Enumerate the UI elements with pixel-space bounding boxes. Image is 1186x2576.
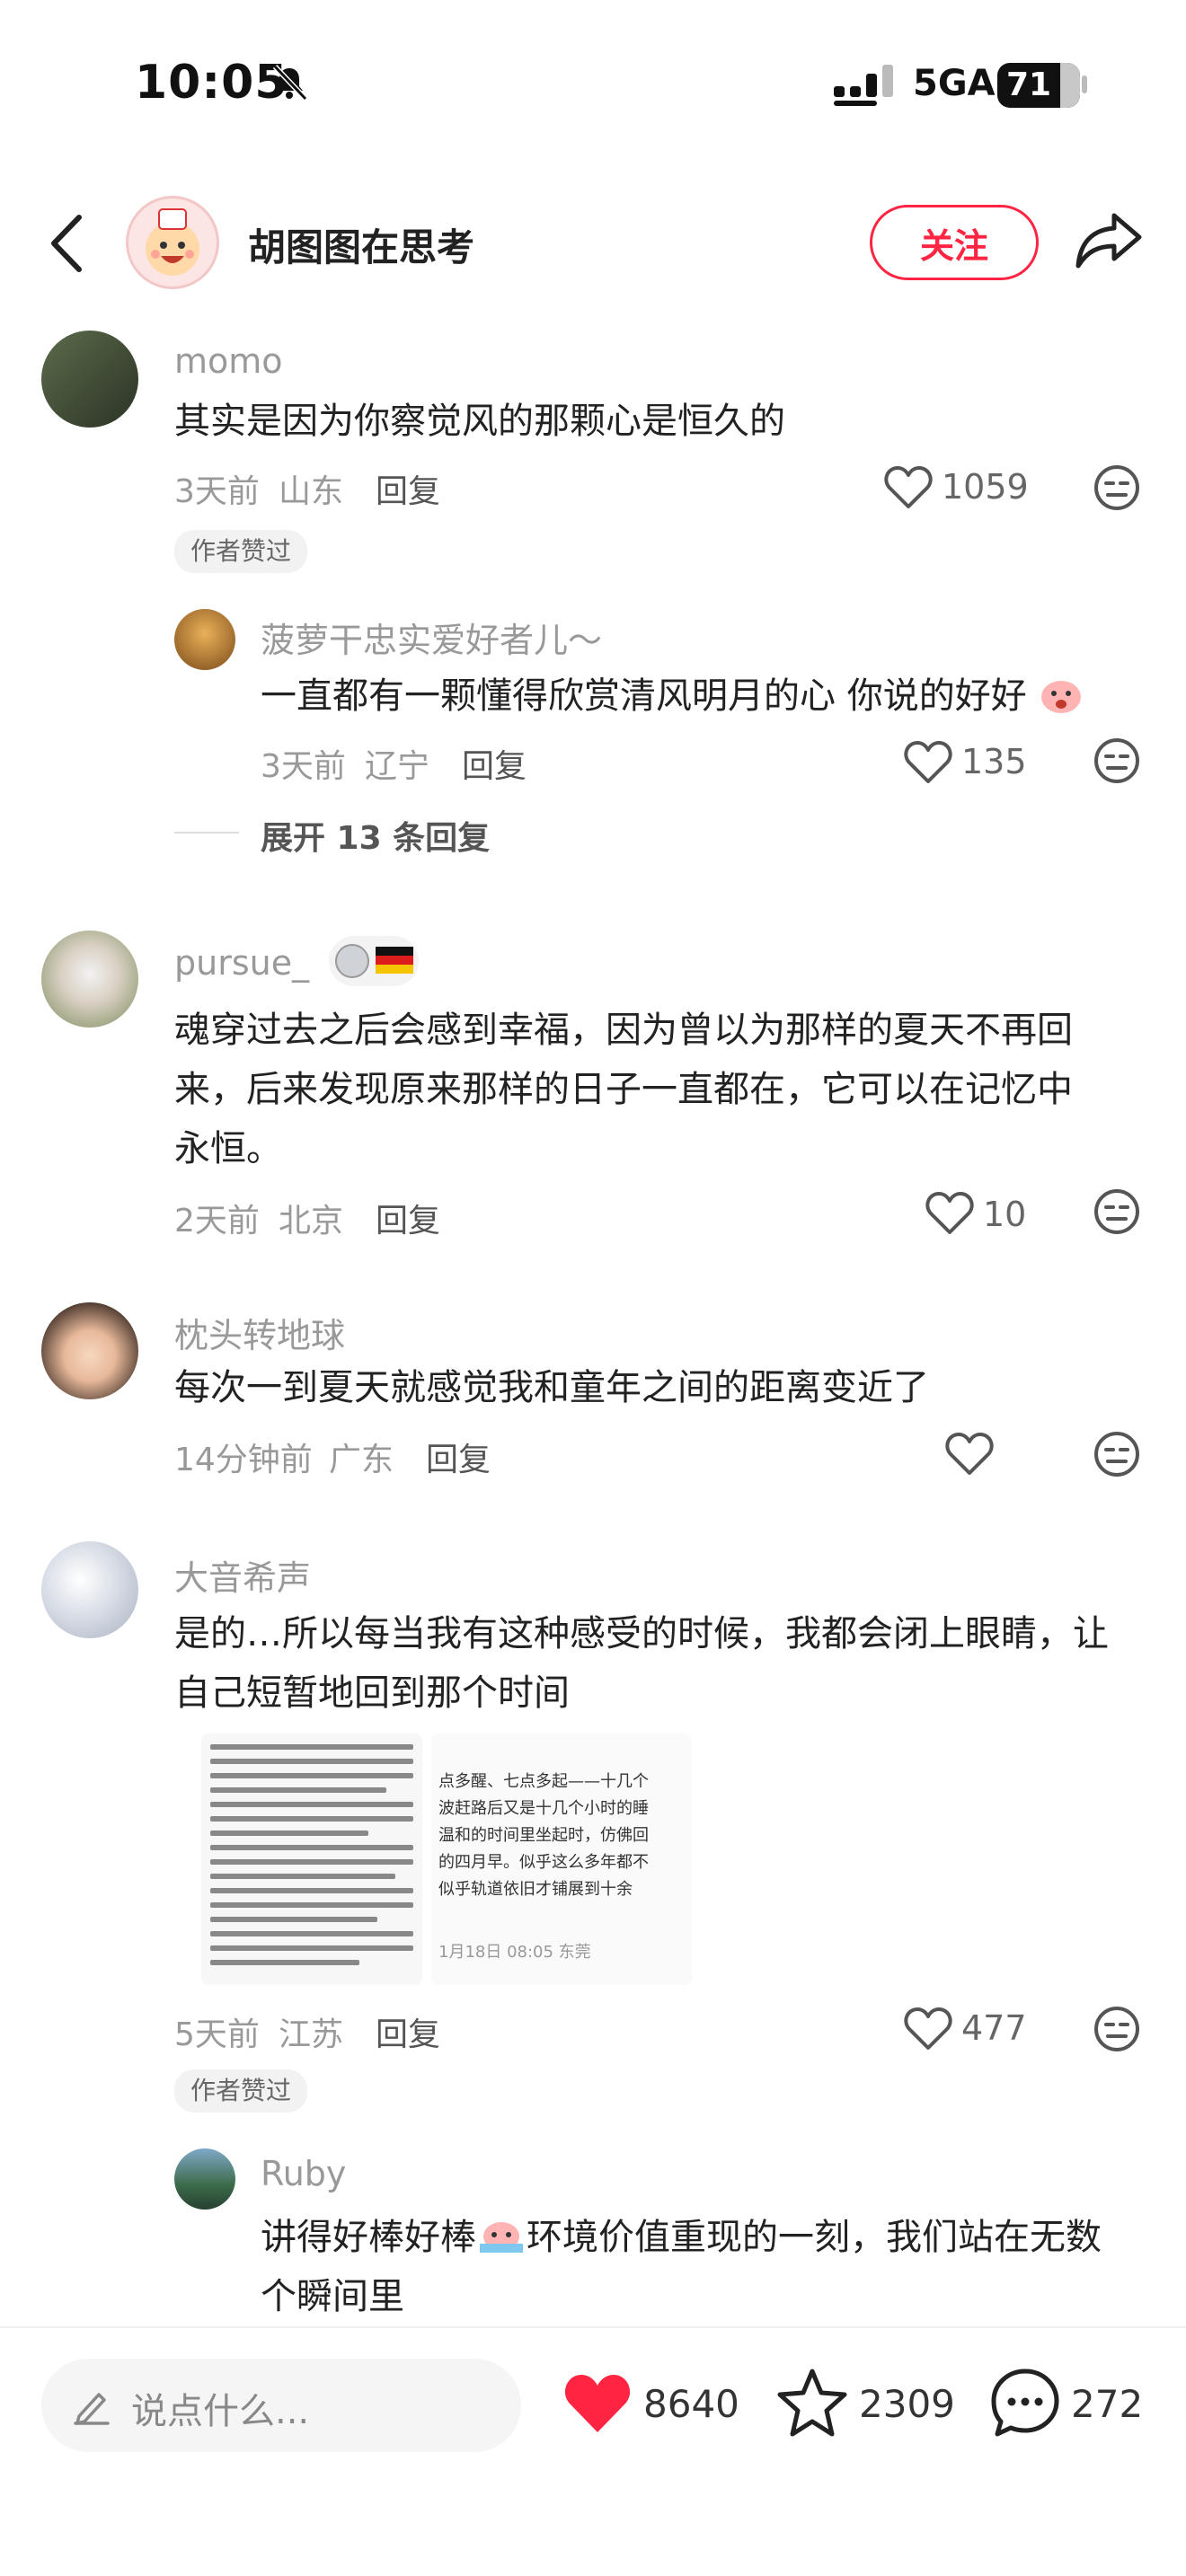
expand-replies-button[interactable]: 展开 13 条回复	[261, 812, 490, 859]
mute-bell-icon	[272, 64, 308, 101]
comment-text[interactable]: 是的…所以每当我有这种感受的时候，我都会闭上眼睛，让 自己短暂地回到那个时间	[174, 1604, 1109, 1723]
reaction-face-icon[interactable]	[1093, 2005, 1141, 2053]
heart-outline-icon[interactable]	[904, 740, 952, 785]
reply-button[interactable]: 回复	[376, 1195, 440, 1241]
like-count: 477	[961, 2008, 1027, 2048]
cartoon-face-icon	[146, 208, 199, 276]
emoji-crying-icon	[476, 2215, 527, 2254]
comment-location: 广东	[329, 1442, 394, 1478]
comment-location: 江苏	[279, 2016, 344, 2053]
signal-icon	[834, 65, 893, 106]
post-star-count: 2309	[859, 2382, 955, 2426]
share-icon[interactable]	[1075, 208, 1143, 271]
reply-button[interactable]: 回复	[426, 1434, 491, 1480]
status-time: 10:05	[135, 56, 288, 110]
reply-button[interactable]: 回复	[376, 465, 440, 512]
reply-text-line: 个瞬间里	[261, 2276, 404, 2317]
reply-button[interactable]: 回复	[376, 2008, 440, 2055]
comment-username[interactable]: 枕头转地球	[174, 1308, 345, 1357]
like-heart-filled-icon[interactable]	[562, 2371, 633, 2436]
avatar[interactable]	[174, 2148, 235, 2210]
comment-bubble-icon[interactable]	[990, 2368, 1060, 2438]
post-like-count: 8640	[643, 2382, 739, 2426]
image-text-line: 的四月早。似乎这么多年都不	[438, 1853, 649, 1872]
reaction-face-icon[interactable]	[1093, 463, 1141, 512]
reply-button[interactable]: 回复	[462, 740, 527, 787]
comment-image[interactable]: 点多醒、七点多起——十几个 波赶路后又是十几个小时的睡 温和的时间里坐起时，仿佛…	[431, 1734, 692, 1985]
comment-username[interactable]: pursue_	[174, 943, 309, 983]
avatar[interactable]	[41, 331, 138, 428]
avatar[interactable]	[41, 1302, 138, 1399]
avatar[interactable]	[41, 931, 138, 1028]
comment-location: 山东	[279, 473, 344, 510]
comment-text[interactable]: 魂穿过去之后会感到幸福，因为曾以为那样的夏天不再回 来，后来发现原来那样的日子一…	[174, 1001, 1073, 1178]
post-comment-count: 272	[1071, 2382, 1144, 2426]
author-liked-badge: 作者赞过	[174, 530, 308, 573]
comment-input-placeholder[interactable]: 说点什么...	[131, 2382, 309, 2434]
author-liked-badge: 作者赞过	[174, 2069, 308, 2113]
star-icon[interactable]	[776, 2368, 848, 2438]
image-text-line: 点多醒、七点多起——十几个	[438, 1772, 649, 1791]
reply-username[interactable]: Ruby	[261, 2154, 346, 2193]
network-label: 5GA	[913, 63, 996, 104]
comment-time: 5天前	[174, 2016, 260, 2053]
user-badges	[327, 934, 420, 988]
image-text-line: 波赶路后又是十几个小时的睡	[438, 1799, 649, 1818]
heart-outline-icon[interactable]	[904, 2007, 952, 2051]
comment-time: 2天前	[174, 1203, 260, 1239]
bottom-divider	[0, 2326, 1186, 2328]
reply-text-segment: 讲得好棒好棒	[261, 2217, 476, 2258]
reply-location: 辽宁	[365, 748, 430, 785]
reply-text[interactable]: 讲得好棒好棒 环境价值重现的一刻，我们站在无数 个瞬间里	[261, 2208, 1102, 2326]
author-name[interactable]: 胡图图在思考	[248, 217, 474, 272]
reply-username[interactable]: 菠萝干忠实爱好者儿～	[261, 613, 602, 662]
follow-button[interactable]: 关注	[870, 205, 1039, 280]
battery-icon: 71	[997, 63, 1080, 108]
image-text-line: 1月18日 08:05 东莞	[438, 1943, 591, 1962]
like-count: 10	[983, 1195, 1027, 1234]
reaction-face-icon[interactable]	[1093, 737, 1141, 785]
reply-text-content: 一直都有一颗懂得欣赏清风明月的心 你说的好好	[261, 675, 1027, 717]
heart-outline-icon[interactable]	[945, 1432, 994, 1477]
battery-cap	[1082, 75, 1087, 93]
comment-username[interactable]: 大音希声	[174, 1550, 311, 1600]
pencil-icon	[74, 2393, 110, 2425]
reaction-face-icon[interactable]	[1093, 1187, 1141, 1236]
emoji-crying-icon	[1038, 674, 1084, 713]
battery-level: 71	[1005, 66, 1052, 103]
comment-text-line: 来，后来发现原来那样的日子一直都在，它可以在记忆中	[174, 1069, 1073, 1110]
comment-time: 14分钟前	[174, 1442, 313, 1478]
image-text-line: 温和的时间里坐起时，仿佛回	[438, 1826, 649, 1845]
comment-text-line: 魂穿过去之后会感到幸福，因为曾以为那样的夏天不再回	[174, 1010, 1073, 1051]
reply-time: 3天前	[261, 748, 346, 785]
comment-time: 3天前	[174, 473, 260, 510]
heart-outline-icon[interactable]	[925, 1191, 974, 1236]
expand-divider	[174, 832, 239, 834]
comment-text[interactable]: 每次一到夏天就感觉我和童年之间的距离变近了	[174, 1358, 929, 1417]
comment-text-line: 自己短暂地回到那个时间	[174, 1672, 570, 1714]
like-count: 1059	[942, 467, 1029, 507]
comment-location: 北京	[279, 1203, 344, 1239]
comment-username[interactable]: momo	[174, 341, 283, 381]
avatar[interactable]	[41, 1541, 138, 1638]
reply-text-segment: 环境价值重现的一刻，我们站在无数	[527, 2217, 1102, 2258]
avatar[interactable]	[174, 609, 235, 670]
heart-outline-icon[interactable]	[884, 465, 933, 510]
comment-image[interactable]	[201, 1734, 422, 1985]
reply-text[interactable]: 一直都有一颗懂得欣赏清风明月的心 你说的好好	[261, 666, 1084, 726]
like-count: 135	[961, 742, 1027, 781]
comment-text-line: 是的…所以每当我有这种感受的时候，我都会闭上眼睛，让	[174, 1613, 1109, 1654]
comment-text[interactable]: 其实是因为你察觉风的那颗心是恒久的	[174, 392, 785, 451]
back-icon[interactable]	[47, 212, 86, 275]
author-avatar[interactable]	[126, 196, 219, 289]
comment-text-line: 永恒。	[174, 1128, 282, 1169]
reaction-face-icon[interactable]	[1093, 1430, 1141, 1478]
image-text-line: 似乎轨道依旧才铺展到十余	[438, 1880, 633, 1899]
